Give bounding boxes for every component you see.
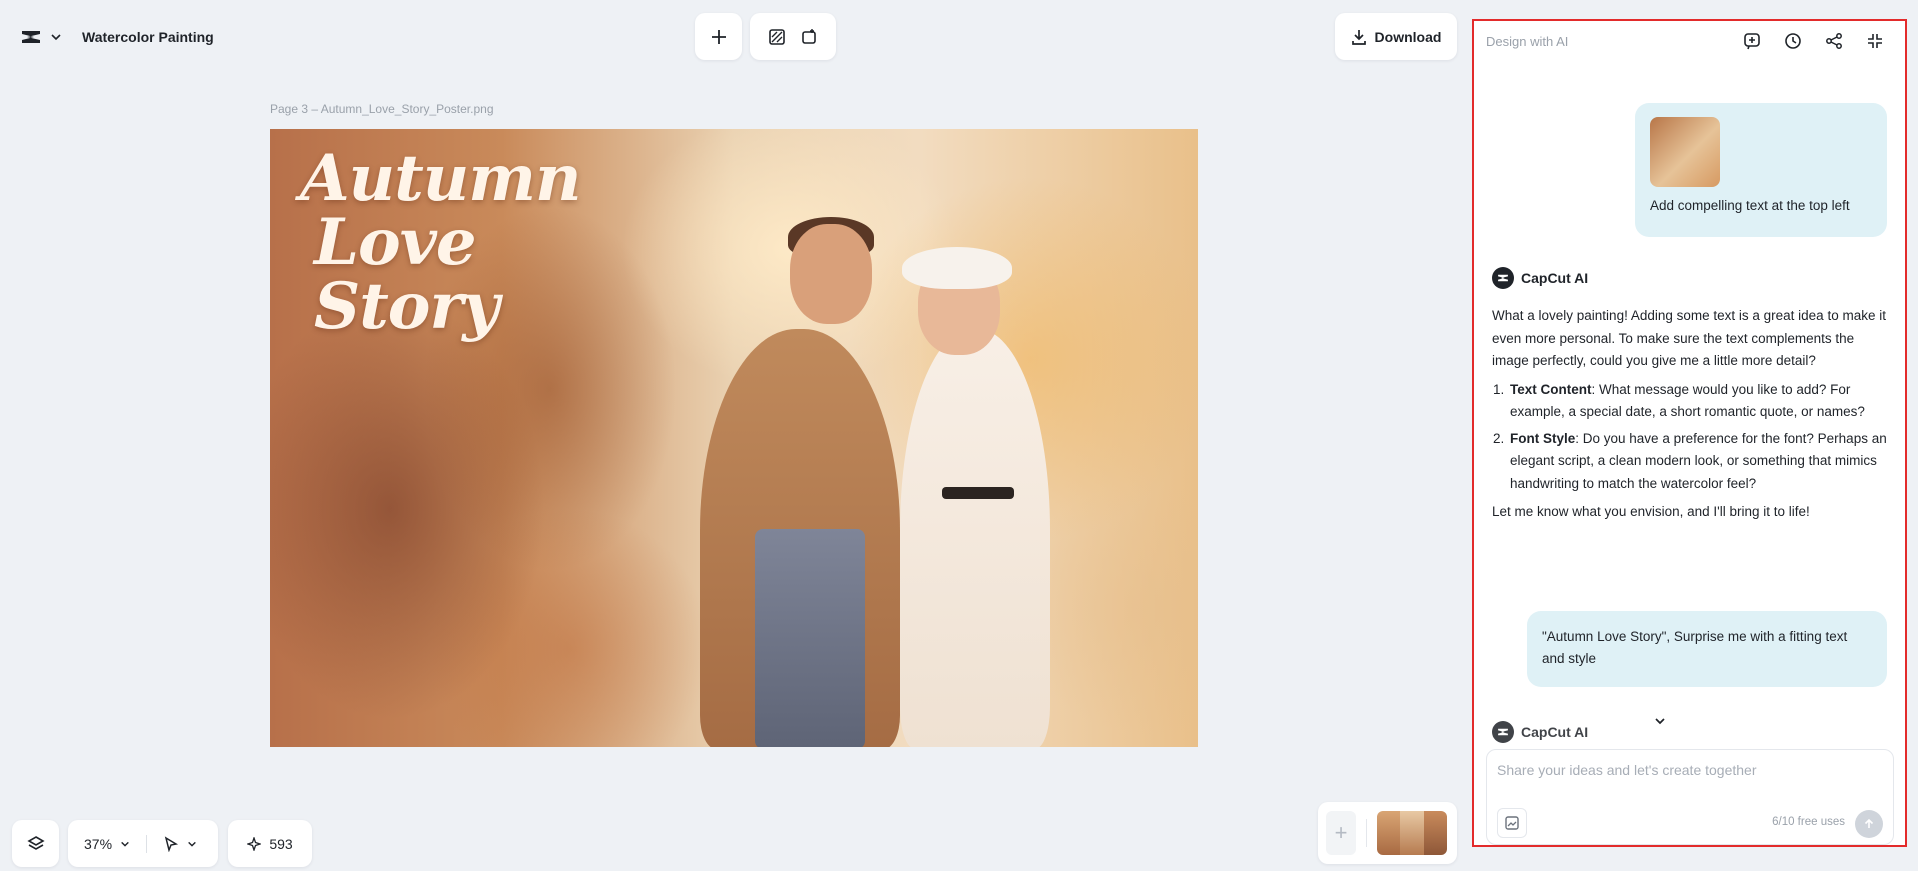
add-page-button[interactable]: + (1326, 811, 1356, 855)
ai-sender-name: CapCut AI (1521, 724, 1589, 740)
download-button[interactable]: Download (1335, 13, 1457, 60)
page-label: Page 3 – Autumn_Love_Story_Poster.png (270, 102, 494, 116)
ai-sender-name: CapCut AI (1521, 270, 1589, 286)
free-uses-counter: 6/10 free uses (1772, 816, 1845, 828)
poster-title-text[interactable]: Autumn Love Story (300, 147, 680, 339)
ai-sender: CapCut AI (1492, 721, 1588, 743)
attached-image-thumbnail[interactable] (1650, 117, 1720, 187)
ai-message-outro: Let me know what you envision, and I'll … (1492, 504, 1810, 519)
image-upload-icon (1505, 816, 1519, 830)
credits-button[interactable]: 593 (228, 820, 312, 867)
collapse-icon[interactable] (1863, 29, 1887, 53)
download-label: Download (1374, 28, 1442, 45)
app-menu[interactable]: Watercolor Painting (12, 16, 222, 58)
resize-tool-button[interactable] (800, 28, 818, 46)
user-message-text: Add compelling text at the top left (1650, 198, 1850, 213)
man-head (790, 224, 872, 324)
belt (942, 487, 1014, 499)
user-message: "Autumn Love Story", Surprise me with a … (1527, 611, 1887, 687)
attach-image-button[interactable] (1497, 808, 1527, 838)
man-jeans (755, 529, 865, 747)
capcut-ai-logo-icon (1492, 721, 1514, 743)
panel-header: Design with AI (1474, 21, 1905, 61)
panel-title: Design with AI (1486, 33, 1569, 49)
page-thumbnails[interactable] (1377, 811, 1447, 855)
chevron-down-icon[interactable] (187, 839, 197, 849)
poster-canvas[interactable]: Autumn Love Story (270, 129, 1198, 747)
poster-title-line2: Love Story (314, 205, 499, 344)
ai-sender: CapCut AI (1492, 267, 1588, 289)
zoom-controls: 37% (68, 820, 218, 867)
woman-figure (900, 329, 1050, 747)
canvas-tools (750, 13, 836, 60)
background-icon (769, 28, 785, 45)
chat-input-box: 6/10 free uses (1486, 749, 1894, 845)
ai-message: What a lovely painting! Adding some text… (1492, 305, 1887, 524)
arrow-up-icon (1864, 818, 1874, 828)
layers-icon (26, 835, 45, 850)
layers-button[interactable] (12, 820, 59, 867)
chevron-down-icon (1655, 718, 1665, 725)
divider (1366, 819, 1367, 847)
send-button[interactable] (1855, 810, 1883, 838)
chevron-down-icon[interactable] (50, 31, 62, 43)
chevron-down-icon[interactable] (120, 839, 130, 849)
background-tool-button[interactable] (768, 28, 786, 46)
download-icon (1351, 29, 1366, 45)
sparkle-icon (247, 836, 262, 851)
credits-count: 593 (269, 835, 293, 852)
plus-icon (711, 29, 726, 44)
ai-message-intro: What a lovely painting! Adding some text… (1492, 308, 1886, 368)
add-button[interactable] (695, 13, 742, 60)
scroll-down-button[interactable] (1647, 708, 1673, 734)
pointer-tool-icon[interactable] (163, 835, 179, 852)
chat-input[interactable] (1497, 762, 1877, 778)
zoom-level[interactable]: 37% (84, 836, 112, 852)
app-title: Watercolor Painting (82, 29, 214, 45)
capcut-ai-logo-icon (1492, 267, 1514, 289)
pages-strip: + (1318, 802, 1457, 864)
ai-message-item: Font Style: Do you have a preference for… (1508, 428, 1887, 496)
resize-icon (802, 28, 816, 44)
share-icon[interactable] (1822, 29, 1846, 53)
user-message: Add compelling text at the top left (1635, 103, 1887, 237)
history-icon[interactable] (1781, 29, 1805, 53)
ai-message-item: Text Content: What message would you lik… (1508, 379, 1887, 424)
woman-hat (902, 247, 1012, 289)
capcut-logo-icon (20, 28, 42, 46)
ai-chat-panel: Design with AI Add compelling text at th… (1472, 19, 1907, 847)
user-message-text: "Autumn Love Story", Surprise me with a … (1542, 629, 1848, 666)
new-chat-icon[interactable] (1740, 29, 1764, 53)
divider (146, 834, 148, 853)
poster-title-line1: Autumn (300, 141, 582, 216)
